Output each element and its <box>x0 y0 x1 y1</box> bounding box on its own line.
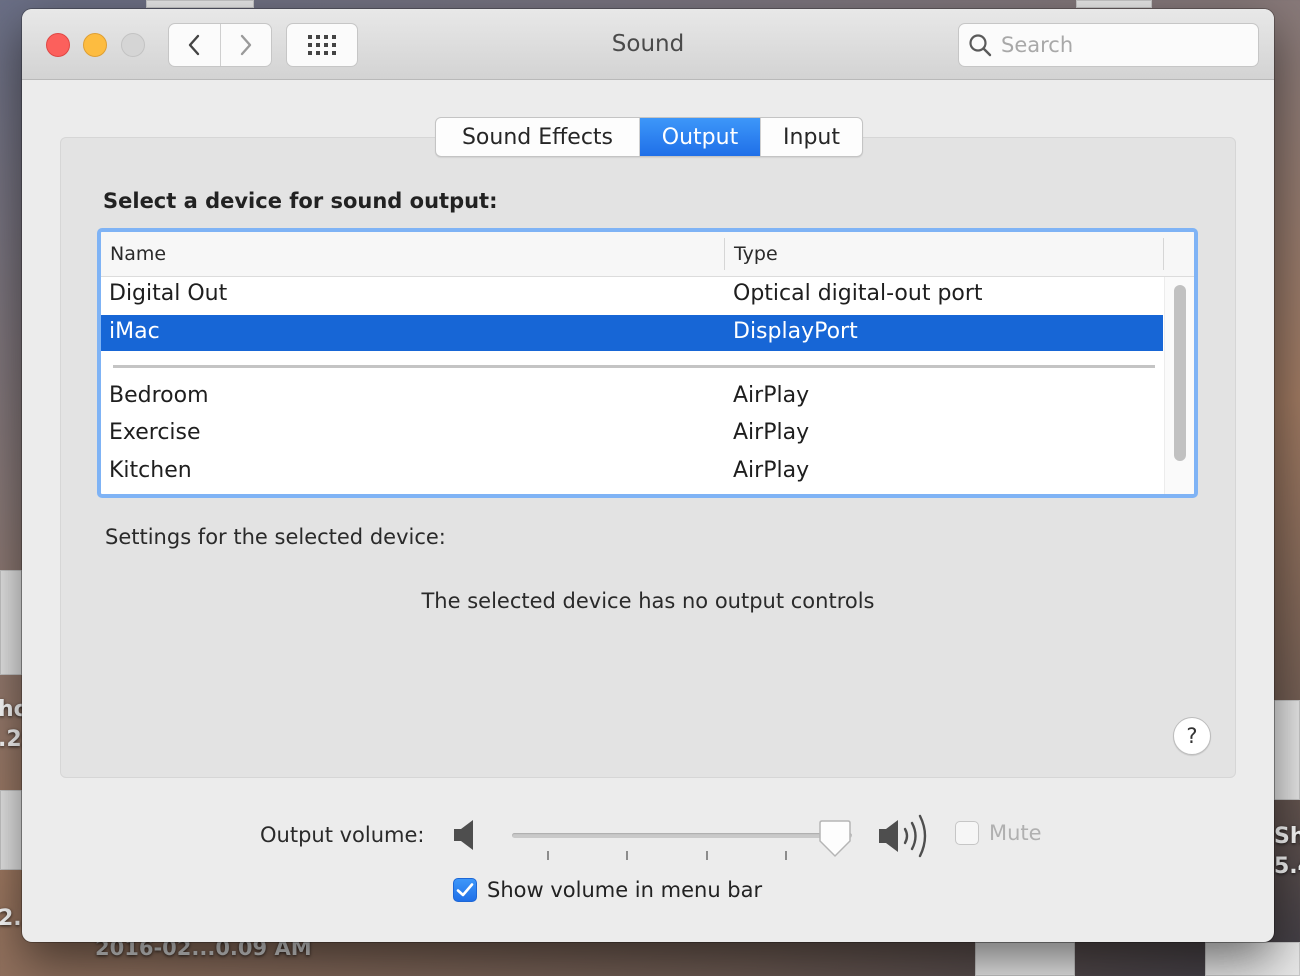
table-row[interactable]: Bedroom AirPlay <box>101 379 1163 415</box>
device-type: AirPlay <box>733 383 810 408</box>
column-divider <box>1163 238 1164 270</box>
table-row[interactable]: Digital Out Optical digital-out port <box>101 277 1163 313</box>
slider-tick <box>706 851 708 860</box>
desktop-thumbnail <box>1274 700 1300 800</box>
device-name: Digital Out <box>109 281 228 306</box>
slider-tick <box>785 851 787 860</box>
slider-tick <box>547 851 549 860</box>
column-divider[interactable] <box>724 238 725 270</box>
tab-output[interactable]: Output <box>639 118 760 156</box>
no-controls-message: The selected device has no output contro… <box>421 589 875 613</box>
desktop-file-label: Sh <box>1274 824 1300 849</box>
device-name: Bedroom <box>109 383 209 408</box>
help-button[interactable]: ? <box>1173 717 1211 755</box>
desktop-thumbnail <box>146 0 254 8</box>
sound-tabs: Sound Effects Output Input <box>435 117 863 157</box>
settings-label: Settings for the selected device: <box>105 525 446 549</box>
slider-track[interactable] <box>512 833 852 838</box>
device-type: AirPlay <box>733 420 810 445</box>
mute-label: Mute <box>989 821 1042 845</box>
desktop-file-label: 5.4 <box>1274 854 1300 879</box>
show-volume-label: Show volume in menu bar <box>487 878 763 902</box>
table-row-selected[interactable]: iMac DisplayPort <box>101 315 1163 351</box>
device-name: Exercise <box>109 420 201 445</box>
speaker-high-icon <box>879 814 927 858</box>
tab-sound-effects[interactable]: Sound Effects <box>436 118 639 156</box>
sound-preferences-window: Sound Sound Effects Output Input Select … <box>22 9 1274 942</box>
device-type: Optical digital-out port <box>733 281 983 306</box>
tab-input[interactable]: Input <box>760 118 862 156</box>
device-type: DisplayPort <box>733 319 858 344</box>
output-device-heading: Select a device for sound output: <box>103 189 498 213</box>
scrollbar-thumb[interactable] <box>1174 285 1186 461</box>
table-header: Name Type <box>101 232 1194 277</box>
show-volume-checkbox[interactable] <box>453 878 477 902</box>
desktop-thumbnail <box>1205 942 1300 976</box>
desktop-thumbnail <box>0 790 22 870</box>
show-volume-option: Show volume in menu bar <box>453 878 762 902</box>
mute-option: Mute <box>955 821 1042 845</box>
vertical-scrollbar[interactable] <box>1164 277 1194 494</box>
speaker-low-icon <box>454 820 473 850</box>
desktop-thumbnail <box>0 570 22 675</box>
mute-checkbox[interactable] <box>955 821 979 845</box>
output-device-table[interactable]: Name Type Digital Out Optical digital-ou… <box>97 228 1198 498</box>
desktop-thumbnail <box>1076 0 1152 8</box>
device-name: Kitchen <box>109 458 192 483</box>
slider-thumb[interactable] <box>818 819 852 859</box>
table-row[interactable]: Kitchen AirPlay <box>101 454 1163 490</box>
search-field[interactable] <box>958 23 1259 67</box>
output-volume-label: Output volume: <box>260 823 425 847</box>
column-header-name[interactable]: Name <box>110 243 166 265</box>
table-row[interactable]: Exercise AirPlay <box>101 416 1163 452</box>
search-input[interactable] <box>1001 33 1241 57</box>
slider-tick <box>626 851 628 860</box>
desktop-file-label: 2. <box>0 906 22 931</box>
device-group-divider <box>113 365 1155 368</box>
title-bar: Sound <box>22 9 1274 80</box>
device-type: AirPlay <box>733 458 810 483</box>
output-volume-slider[interactable] <box>512 819 852 869</box>
device-name: iMac <box>109 319 160 344</box>
column-header-type[interactable]: Type <box>734 243 778 265</box>
checkmark-icon <box>456 883 474 897</box>
search-icon <box>969 34 992 57</box>
desktop-thumbnail <box>975 942 1075 976</box>
